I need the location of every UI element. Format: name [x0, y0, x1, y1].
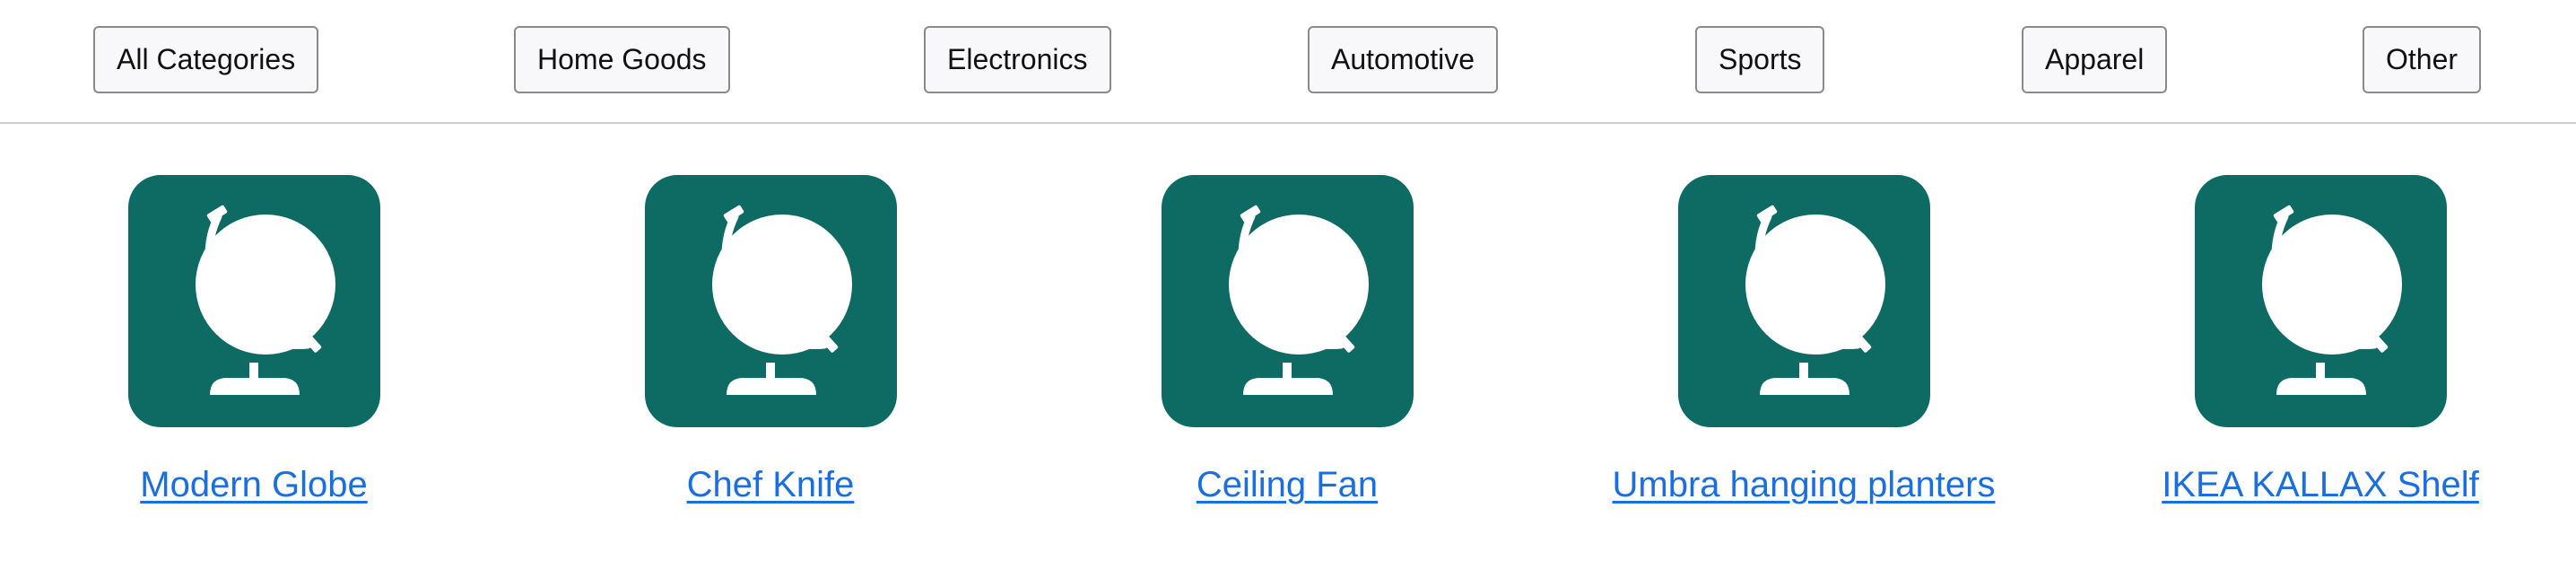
product-card: Modern Globe: [3, 175, 505, 506]
category-button-other[interactable]: Other: [2363, 26, 2482, 93]
product-card: Chef Knife: [519, 175, 1022, 506]
product-image[interactable]: [1161, 175, 1414, 427]
globe-icon: [711, 205, 852, 395]
product-link-ceiling-fan[interactable]: Ceiling Fan: [1197, 463, 1378, 506]
category-button-automotive[interactable]: Automotive: [1308, 26, 1499, 93]
category-button-all[interactable]: All Categories: [93, 26, 319, 93]
category-filter-bar: All Categories Home Goods Electronics Au…: [0, 0, 2576, 124]
category-button-sports[interactable]: Sports: [1695, 26, 1825, 93]
product-grid: Modern Globe Chef Knife Ceiling Fan Umbr…: [0, 124, 2576, 585]
category-button-apparel[interactable]: Apparel: [2022, 26, 2168, 93]
globe-icon: [195, 205, 335, 395]
product-image[interactable]: [127, 175, 380, 427]
product-card: Umbra hanging planters: [1553, 175, 2055, 506]
product-card: Ceiling Fan: [1036, 175, 1538, 506]
product-link-modern-globe[interactable]: Modern Globe: [140, 463, 367, 506]
product-link-chef-knife[interactable]: Chef Knife: [687, 463, 855, 506]
globe-icon: [2261, 205, 2402, 395]
globe-icon: [1228, 205, 1369, 395]
product-link-umbra-hanging-planters[interactable]: Umbra hanging planters: [1613, 463, 1996, 506]
globe-icon: [1745, 205, 1885, 395]
category-button-electronics[interactable]: Electronics: [924, 26, 1111, 93]
product-image[interactable]: [1677, 175, 1930, 427]
product-link-ikea-kallax-shelf[interactable]: IKEA KALLAX Shelf: [2162, 463, 2479, 506]
category-button-home-goods[interactable]: Home Goods: [514, 26, 730, 93]
product-image[interactable]: [644, 175, 897, 427]
product-card: IKEA KALLAX Shelf: [2069, 175, 2572, 506]
product-image[interactable]: [2194, 175, 2447, 427]
